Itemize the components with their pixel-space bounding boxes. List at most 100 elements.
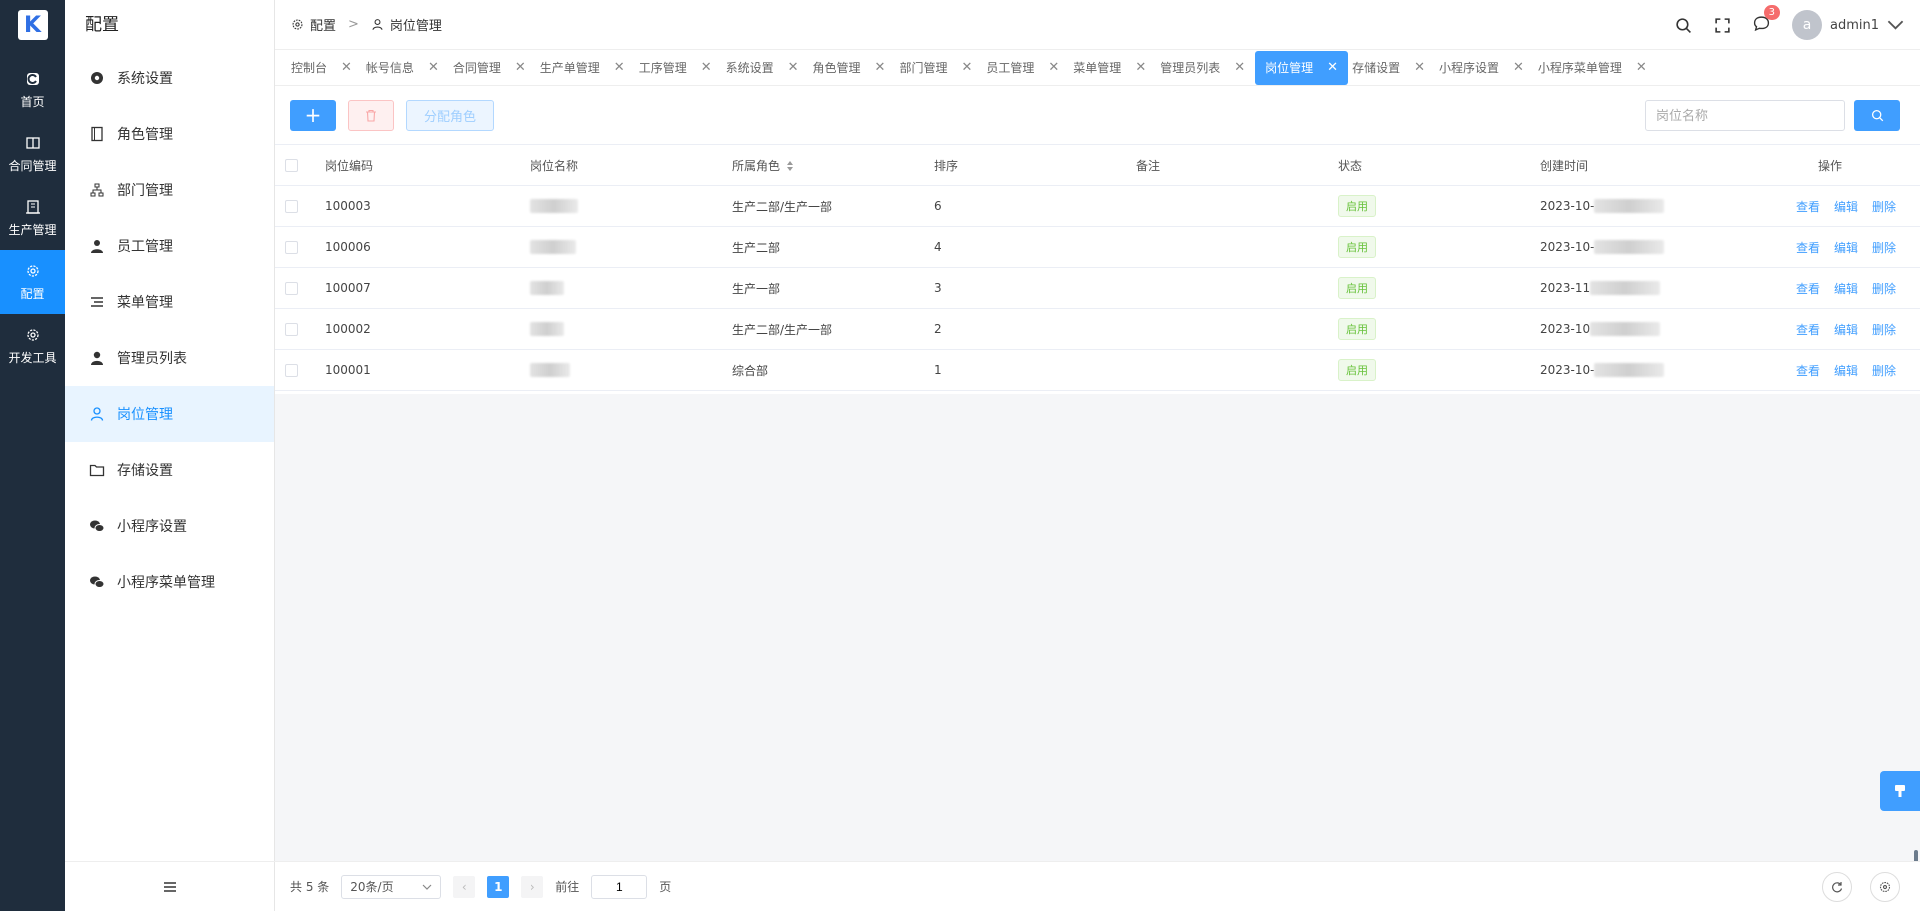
breadcrumb-root[interactable]: 配置 (310, 15, 336, 34)
sidebar-item-miniprogram-menu[interactable]: 小程序菜单管理 (65, 554, 274, 610)
sidebar-item-miniprogram[interactable]: 小程序设置 (65, 498, 274, 554)
pagination-bar: 共 5 条 20条/页 ‹ 1 › 前往 页 (275, 861, 1920, 911)
close-icon[interactable]: ✕ (1135, 60, 1146, 75)
tab-storage[interactable]: 存储设置 ✕ (1348, 51, 1435, 85)
redacted-text (1594, 240, 1665, 255)
sidebar-item-position[interactable]: 岗位管理 (65, 386, 274, 442)
view-link[interactable]: 查看 (1796, 282, 1820, 296)
gear-icon (91, 72, 103, 84)
row-checkbox[interactable] (285, 282, 298, 295)
close-icon[interactable]: ✕ (1513, 60, 1524, 75)
view-link[interactable]: 查看 (1796, 323, 1820, 337)
close-icon[interactable]: ✕ (1048, 60, 1059, 75)
close-icon[interactable]: ✕ (961, 60, 972, 75)
delete-link[interactable]: 删除 (1872, 241, 1896, 255)
home-icon (26, 72, 39, 85)
col-header-role[interactable]: 所属角色 (722, 144, 924, 186)
edit-link[interactable]: 编辑 (1834, 282, 1858, 296)
tab-contract[interactable]: 合同管理 ✕ (449, 51, 536, 85)
sidebar-item-role[interactable]: 角色管理 (65, 106, 274, 162)
search-icon[interactable] (1675, 17, 1692, 34)
tab-production-order[interactable]: 生产单管理 ✕ (536, 51, 635, 85)
collapse-menu-button[interactable] (65, 861, 275, 911)
delete-link[interactable]: 删除 (1872, 200, 1896, 214)
tab-dashboard[interactable]: 控制台 ✕ (287, 51, 362, 85)
tab-system-settings[interactable]: 系统设置 ✕ (722, 51, 809, 85)
sidebar-item-storage[interactable]: 存储设置 (65, 442, 274, 498)
sidebar-item-system-settings[interactable]: 系统设置 (65, 50, 274, 106)
tab-admin-list[interactable]: 管理员列表 ✕ (1156, 51, 1255, 85)
user-menu[interactable]: a admin1 (1791, 10, 1904, 40)
close-icon[interactable]: ✕ (788, 60, 799, 75)
rail-item-home[interactable]: 首页 (0, 58, 65, 122)
prev-page-button[interactable]: ‹ (453, 875, 476, 898)
avatar: a (1791, 10, 1822, 40)
delete-link[interactable]: 删除 (1872, 282, 1896, 296)
page-size-select[interactable]: 20条/页 (341, 874, 442, 899)
edit-link[interactable]: 编辑 (1834, 323, 1858, 337)
close-icon[interactable]: ✕ (614, 60, 625, 75)
sidebar-title: 配置 (85, 15, 119, 35)
sidebar-item-employee[interactable]: 员工管理 (65, 218, 274, 274)
floating-tool-button[interactable] (1880, 771, 1920, 811)
sidebar-item-menu[interactable]: 菜单管理 (65, 274, 274, 330)
delete-link[interactable]: 删除 (1872, 364, 1896, 378)
view-link[interactable]: 查看 (1796, 241, 1820, 255)
view-link[interactable]: 查看 (1796, 200, 1820, 214)
app-logo[interactable]: K (17, 10, 48, 40)
close-icon[interactable]: ✕ (1414, 60, 1425, 75)
rail-item-devtools[interactable]: 开发工具 (0, 314, 65, 378)
tab-position[interactable]: 岗位管理 ✕ (1255, 50, 1349, 85)
edit-link[interactable]: 编辑 (1834, 200, 1858, 214)
close-icon[interactable]: ✕ (515, 60, 526, 75)
row-checkbox[interactable] (285, 323, 298, 336)
delete-button[interactable] (348, 99, 394, 131)
close-icon[interactable]: ✕ (428, 60, 439, 75)
assign-role-button[interactable]: 分配角色 (406, 99, 494, 131)
gear-icon (26, 328, 39, 341)
rail-item-contract[interactable]: 合同管理 (0, 122, 65, 186)
view-link[interactable]: 查看 (1796, 364, 1820, 378)
tab-process[interactable]: 工序管理 ✕ (635, 51, 722, 85)
tab-miniprogram[interactable]: 小程序设置 ✕ (1435, 51, 1534, 85)
close-icon[interactable]: ✕ (875, 60, 886, 75)
refresh-button[interactable] (1822, 872, 1852, 902)
table-settings-button[interactable] (1870, 872, 1900, 902)
notification-button[interactable]: 3 (1753, 4, 1780, 36)
fullscreen-icon[interactable] (1714, 17, 1731, 34)
rail-item-config[interactable]: 配置 (0, 250, 65, 314)
close-icon[interactable]: ✕ (1636, 60, 1647, 75)
edit-link[interactable]: 编辑 (1834, 241, 1858, 255)
hamburger-icon (164, 881, 176, 892)
rail-item-production[interactable]: 生产管理 (0, 186, 65, 250)
row-checkbox[interactable] (285, 364, 298, 377)
next-page-button[interactable]: › (521, 875, 544, 898)
position-name-input[interactable] (1645, 100, 1845, 131)
tab-miniprogram-menu[interactable]: 小程序菜单管理 ✕ (1534, 51, 1657, 85)
tab-employee[interactable]: 员工管理 ✕ (982, 51, 1069, 85)
brush-icon (1895, 785, 1905, 797)
tab-account[interactable]: 帐号信息 ✕ (362, 51, 449, 85)
tab-bar: 控制台 ✕ 帐号信息 ✕ 合同管理 ✕ 生产单管理 ✕ 工序管理 ✕ 系统设置 ✕ 角色管理… (275, 50, 1920, 86)
tab-menu[interactable]: 菜单管理 ✕ (1069, 51, 1156, 85)
select-all-checkbox[interactable] (285, 159, 298, 172)
close-icon[interactable]: ✕ (701, 60, 712, 75)
delete-link[interactable]: 删除 (1872, 323, 1896, 337)
sidebar-item-admin-list[interactable]: 管理员列表 (65, 330, 274, 386)
add-button[interactable]: + (290, 99, 336, 131)
tab-role[interactable]: 角色管理 ✕ (809, 51, 896, 85)
close-icon[interactable]: ✕ (341, 60, 352, 75)
sidebar-item-department[interactable]: 部门管理 (65, 162, 274, 218)
close-icon[interactable]: ✕ (1234, 60, 1245, 75)
page-number[interactable]: 1 (487, 875, 510, 898)
row-checkbox[interactable] (285, 200, 298, 213)
notebook-icon (91, 126, 103, 142)
edit-link[interactable]: 编辑 (1834, 364, 1858, 378)
row-checkbox[interactable] (285, 241, 298, 254)
goto-page-input[interactable] (591, 874, 648, 899)
sort-icon[interactable] (786, 160, 794, 172)
tab-department[interactable]: 部门管理 ✕ (895, 51, 982, 85)
search-button[interactable] (1854, 100, 1900, 131)
trash-icon (366, 109, 376, 122)
close-icon[interactable]: ✕ (1327, 60, 1338, 75)
